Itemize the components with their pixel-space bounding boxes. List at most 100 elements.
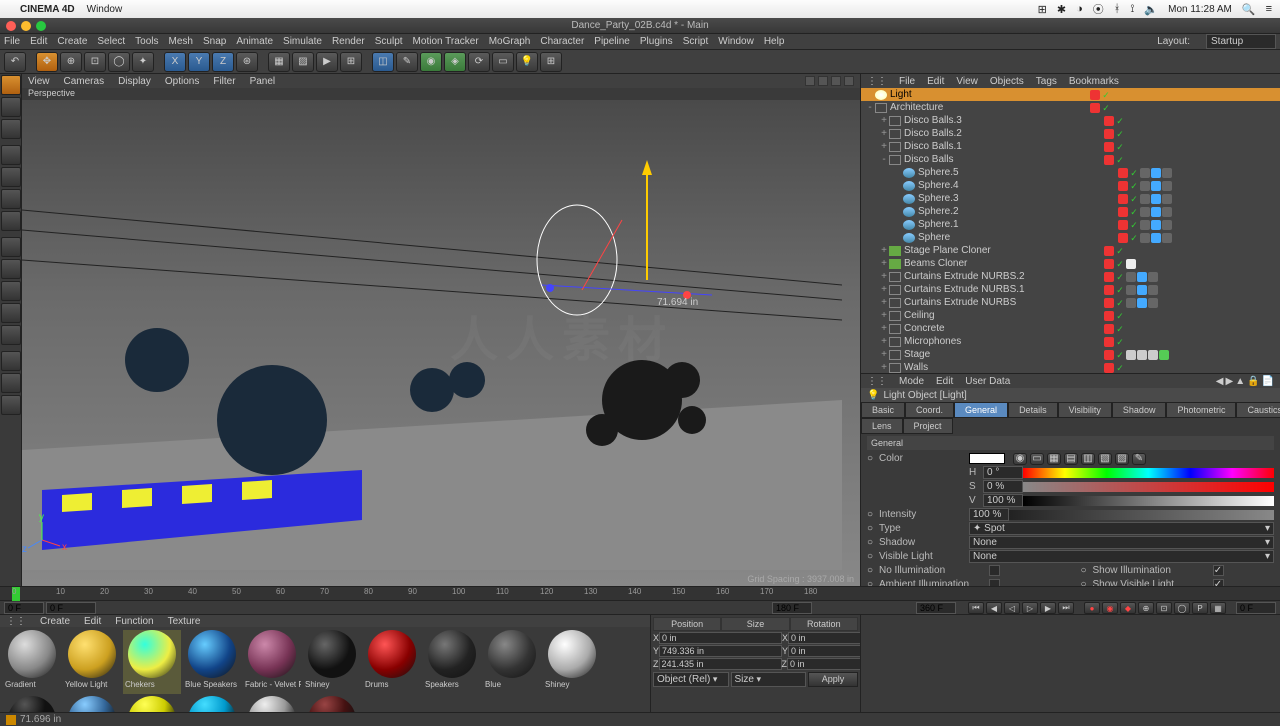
record-button[interactable]: ● (1084, 602, 1100, 614)
uv-mode[interactable] (1, 211, 21, 231)
menu-render[interactable]: Render (332, 36, 365, 47)
menu-tools[interactable]: Tools (135, 36, 158, 47)
sculpt-mode[interactable] (1, 351, 21, 371)
maximize-icon[interactable] (36, 21, 46, 31)
vp-menu-cameras[interactable]: Cameras (64, 76, 105, 87)
object-row[interactable]: +Stage✓ (861, 348, 1280, 361)
checkbox[interactable] (989, 565, 1000, 576)
mm-function[interactable]: Function (115, 616, 153, 627)
material-item[interactable]: Fabric - Velvet Re (243, 630, 301, 694)
undo-button[interactable]: ↶ (4, 52, 26, 72)
symmetry[interactable] (1, 325, 21, 345)
am-edit[interactable]: Edit (936, 376, 953, 387)
checkbox[interactable]: ✓ (1213, 579, 1224, 586)
checkbox[interactable]: ✓ (1213, 565, 1224, 576)
grip-icon[interactable]: ⋮⋮ (867, 76, 887, 87)
object-row[interactable]: Sphere.4✓ (861, 179, 1280, 192)
object-row[interactable]: -Architecture✓ (861, 101, 1280, 114)
menu-plugins[interactable]: Plugins (640, 36, 673, 47)
add-spline[interactable]: ✎ (396, 52, 418, 72)
render-queue[interactable]: ⊞ (340, 52, 362, 72)
color-mode-icon[interactable]: ▤ (1064, 453, 1078, 465)
am-userdata[interactable]: User Data (965, 376, 1010, 387)
edge-mode[interactable] (1, 145, 21, 165)
menu-character[interactable]: Character (540, 36, 584, 47)
menu-icon[interactable]: ≡ (1266, 3, 1272, 15)
material-item[interactable]: Drums (363, 630, 421, 694)
menu-file[interactable]: File (4, 36, 20, 47)
material-item[interactable] (123, 696, 181, 712)
vp-nav-icon[interactable] (818, 76, 828, 86)
vp-nav-icon[interactable] (831, 76, 841, 86)
macos-app-name[interactable]: CINEMA 4D (20, 4, 75, 15)
next-frame-button[interactable]: ▶ (1040, 602, 1056, 614)
axis-x[interactable]: X (164, 52, 186, 72)
object-row[interactable]: +Concrete✓ (861, 322, 1280, 335)
object-row[interactable]: Sphere.5✓ (861, 166, 1280, 179)
material-item[interactable]: Blue Speakers (183, 630, 241, 694)
mm-texture[interactable]: Texture (168, 616, 201, 627)
goto-start-button[interactable]: ⏮ (968, 602, 984, 614)
menu-animate[interactable]: Animate (236, 36, 273, 47)
menu-edit[interactable]: Edit (30, 36, 47, 47)
key-button[interactable]: ◆ (1120, 602, 1136, 614)
color-mode-icon[interactable]: ▦ (1047, 453, 1061, 465)
om-view[interactable]: View (956, 76, 978, 87)
menu-select[interactable]: Select (97, 36, 125, 47)
render-view[interactable]: ▦ (268, 52, 290, 72)
layout-select[interactable]: Startup (1206, 34, 1276, 49)
object-row[interactable]: +Ceiling✓ (861, 309, 1280, 322)
volume-icon[interactable]: 🔈 (1144, 3, 1158, 16)
clock[interactable]: Mon 11:28 AM (1168, 4, 1232, 15)
key-pla-button[interactable]: ▦ (1210, 602, 1226, 614)
move-tool[interactable]: ⊕ (60, 52, 82, 72)
search-icon[interactable]: 🔍 (1242, 3, 1256, 16)
tab-details[interactable]: Details (1008, 402, 1058, 418)
intensity-value[interactable]: 100 % (969, 508, 1009, 521)
play-back-button[interactable]: ◁ (1004, 602, 1020, 614)
object-row[interactable]: +Beams Cloner✓ (861, 257, 1280, 270)
material-item[interactable]: Yellow Light (63, 630, 121, 694)
object-row[interactable]: +Disco Balls.3✓ (861, 114, 1280, 127)
grip-icon[interactable]: ⋮⋮ (6, 616, 26, 627)
workplane-mode[interactable] (1, 119, 21, 139)
timeline-ruler[interactable]: 0102030405060708090100110120130140150160… (0, 587, 1280, 601)
tool[interactable]: ✦ (132, 52, 154, 72)
object-row[interactable]: Light✓ (861, 88, 1280, 101)
viewport-3d[interactable]: 71.694 in x y z Grid Spacing : 3937.008 … (22, 100, 860, 586)
vp-menu-panel[interactable]: Panel (250, 76, 276, 87)
sys-icon[interactable]: ✱ (1057, 3, 1066, 16)
light-type-select[interactable]: ✦ Spot▾ (969, 522, 1274, 535)
play-button[interactable]: ▷ (1022, 602, 1038, 614)
tab-photometric[interactable]: Photometric (1166, 402, 1236, 418)
close-icon[interactable] (6, 21, 16, 31)
color-wheel-icon[interactable]: ◉ (1013, 453, 1027, 465)
nav-back-icon[interactable]: ◀ (1216, 376, 1224, 387)
lock-icon[interactable]: 🔒 (1247, 376, 1259, 387)
sat-value[interactable]: 0 % (983, 480, 1023, 493)
material-item[interactable] (63, 696, 121, 712)
point-mode[interactable] (1, 167, 21, 187)
tab-shadow[interactable]: Shadow (1112, 402, 1167, 418)
om-edit[interactable]: Edit (927, 76, 944, 87)
model-mode[interactable] (1, 75, 21, 95)
tab-lens[interactable]: Lens (861, 418, 903, 434)
sys-icon[interactable]: ⊞ (1038, 3, 1047, 16)
tab-coord[interactable]: Coord. (905, 402, 954, 418)
color-mode-icon[interactable]: ▧ (1098, 453, 1112, 465)
tweak-mode[interactable] (1, 237, 21, 257)
add-light[interactable]: 💡 (516, 52, 538, 72)
tab-general[interactable]: General (954, 402, 1008, 418)
om-bookmarks[interactable]: Bookmarks (1069, 76, 1119, 87)
material-item[interactable]: Speakers (423, 630, 481, 694)
mm-edit[interactable]: Edit (84, 616, 101, 627)
add-scene[interactable]: ⊞ (540, 52, 562, 72)
menu-sculpt[interactable]: Sculpt (375, 36, 403, 47)
material-grid[interactable]: GradientYellow LightChekersBlue Speakers… (0, 627, 650, 712)
material-item[interactable]: Gradient (3, 630, 61, 694)
menu-create[interactable]: Create (57, 36, 87, 47)
snap-toggle[interactable] (1, 303, 21, 323)
hair-mode[interactable] (1, 395, 21, 415)
poly-mode[interactable] (1, 189, 21, 209)
val-slider[interactable] (1023, 496, 1274, 506)
